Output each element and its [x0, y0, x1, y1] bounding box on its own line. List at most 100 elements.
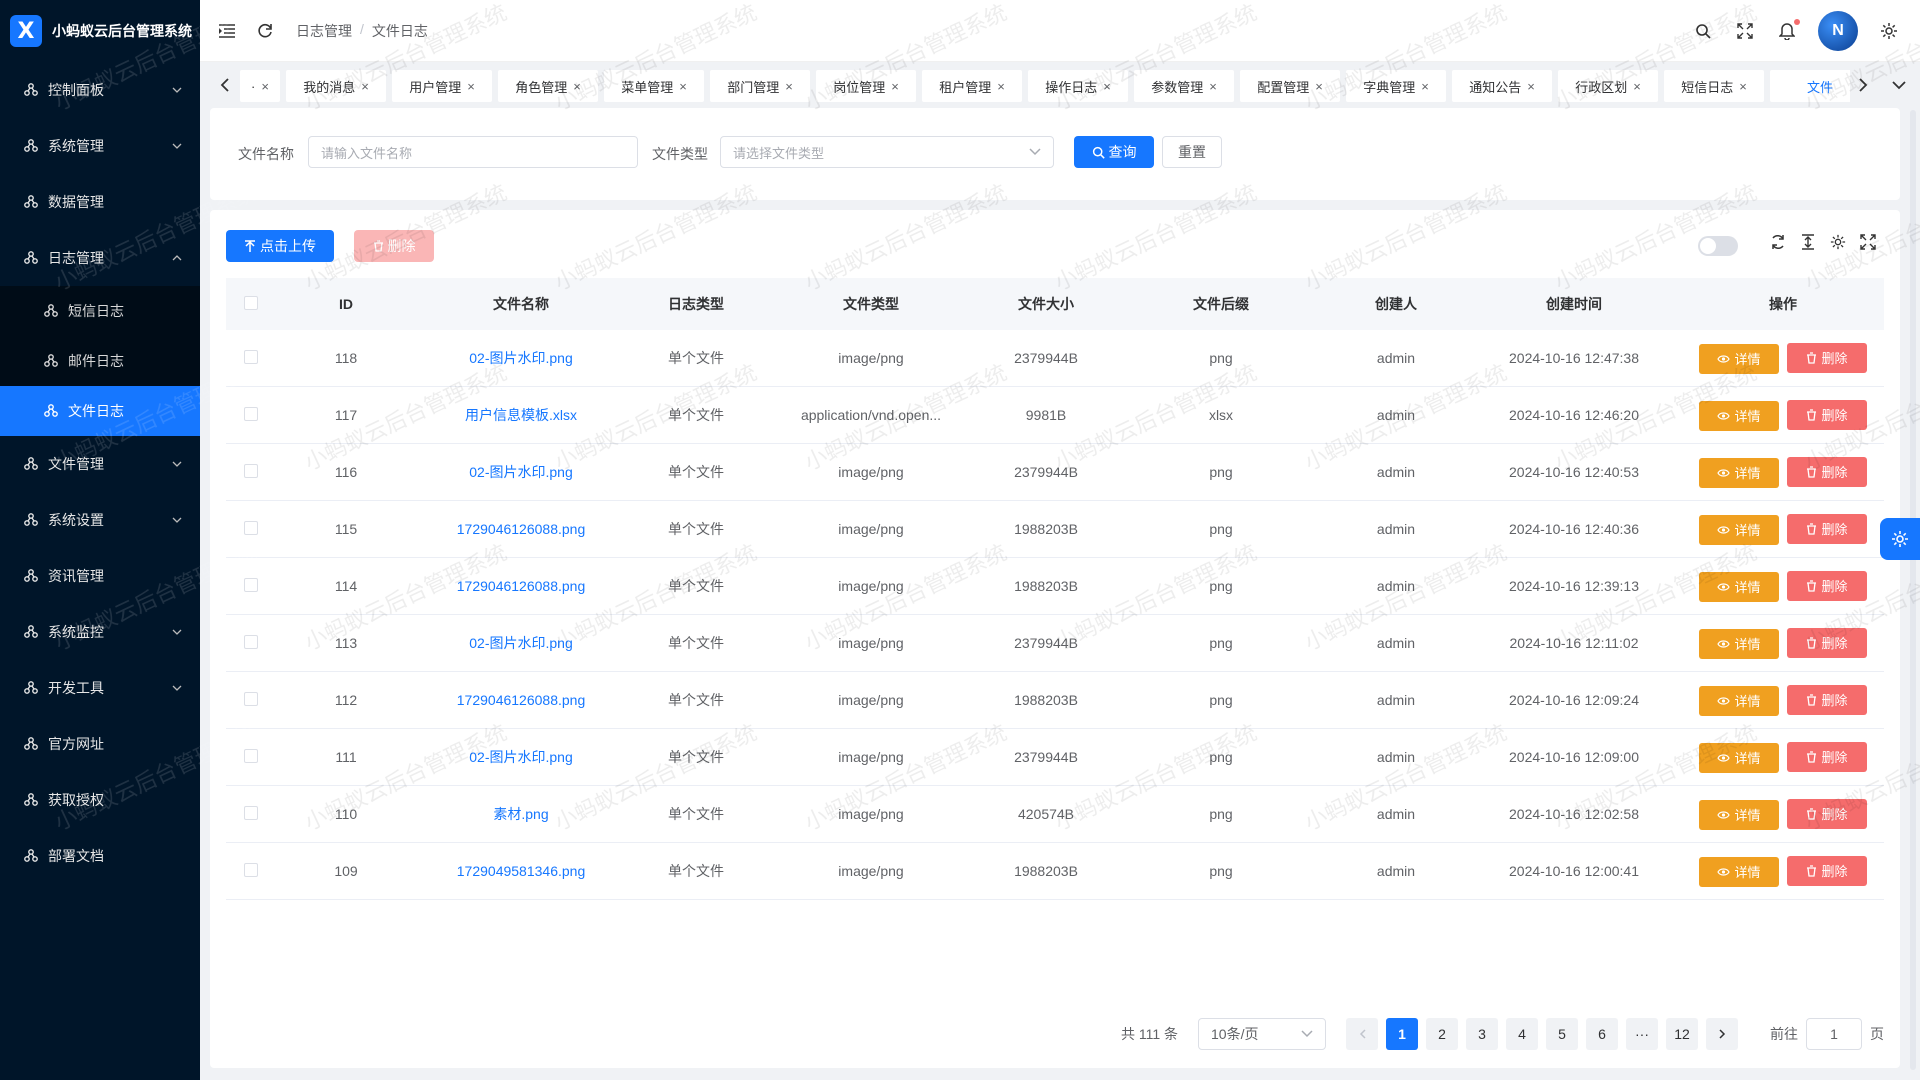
detail-button[interactable]: 详情: [1699, 457, 1779, 488]
prev-page-button[interactable]: [1346, 1018, 1378, 1050]
delete-button[interactable]: 删除: [1787, 627, 1867, 658]
sidebar-item-14[interactable]: 部署文档: [0, 828, 200, 884]
settings-drawer-button[interactable]: [1880, 518, 1920, 560]
tab-0[interactable]: · ×: [240, 70, 280, 102]
file-name-link[interactable]: 用户信息模板.xlsx: [416, 405, 626, 425]
sidebar-item-10[interactable]: 系统监控: [0, 604, 200, 660]
page-scrollbar[interactable]: [1910, 110, 1916, 1070]
close-icon[interactable]: ×: [997, 79, 1005, 94]
fullscreen-icon[interactable]: [1860, 234, 1876, 250]
row-checkbox[interactable]: [244, 862, 258, 877]
reset-button[interactable]: 重置: [1162, 136, 1222, 168]
detail-button[interactable]: 详情: [1699, 571, 1779, 602]
file-name-input[interactable]: 请输入文件名称: [308, 136, 638, 168]
fullscreen-icon[interactable]: [1734, 20, 1756, 42]
close-icon[interactable]: ×: [891, 79, 899, 94]
file-type-select[interactable]: 请选择文件类型: [720, 136, 1054, 168]
close-icon[interactable]: ×: [361, 79, 369, 94]
detail-button[interactable]: 详情: [1699, 799, 1779, 830]
tab-4[interactable]: 菜单管理 ×: [604, 70, 704, 102]
tab-9[interactable]: 参数管理 ×: [1134, 70, 1234, 102]
row-checkbox[interactable]: [244, 634, 258, 649]
gear-icon[interactable]: [1878, 20, 1900, 42]
tab-15[interactable]: 文件: [1770, 70, 1850, 102]
detail-button[interactable]: 详情: [1699, 685, 1779, 716]
row-checkbox[interactable]: [244, 577, 258, 592]
row-checkbox[interactable]: [244, 748, 258, 763]
close-icon[interactable]: ×: [1527, 79, 1535, 94]
row-checkbox[interactable]: [244, 463, 258, 478]
page-button[interactable]: 12: [1666, 1018, 1698, 1050]
app-logo[interactable]: X 小蚂蚁云后台管理系统: [0, 0, 200, 62]
goto-page-input[interactable]: 1: [1806, 1018, 1862, 1050]
page-button[interactable]: 1: [1386, 1018, 1418, 1050]
tab-3[interactable]: 角色管理 ×: [498, 70, 598, 102]
close-icon[interactable]: ×: [573, 79, 581, 94]
gear-icon[interactable]: [1830, 234, 1846, 250]
page-button[interactable]: 4: [1506, 1018, 1538, 1050]
refresh-icon[interactable]: [1770, 234, 1786, 250]
upload-button[interactable]: 点击上传: [226, 230, 334, 262]
close-icon[interactable]: ×: [1633, 79, 1641, 94]
file-name-link[interactable]: 1729046126088.png: [416, 578, 626, 594]
sidebar-item-0[interactable]: 控制面板: [0, 62, 200, 118]
next-page-button[interactable]: [1706, 1018, 1738, 1050]
tab-7[interactable]: 租户管理 ×: [922, 70, 1022, 102]
delete-button[interactable]: 删除: [1787, 741, 1867, 772]
file-name-link[interactable]: 1729046126088.png: [416, 521, 626, 537]
menu-fold-icon[interactable]: [216, 20, 238, 42]
batch-delete-button[interactable]: 删除: [354, 230, 434, 262]
row-checkbox[interactable]: [244, 805, 258, 820]
row-checkbox[interactable]: [244, 691, 258, 706]
page-button[interactable]: 6: [1586, 1018, 1618, 1050]
sidebar-item-9[interactable]: 资讯管理: [0, 548, 200, 604]
tabs-menu-chevron-down-icon[interactable]: [1886, 69, 1912, 101]
delete-button[interactable]: 删除: [1787, 570, 1867, 601]
file-name-link[interactable]: 02-图片水印.png: [416, 462, 626, 482]
sidebar-item-5[interactable]: 邮件日志: [0, 336, 200, 386]
tabs-scroll-right-icon[interactable]: [1850, 69, 1876, 101]
page-button[interactable]: 5: [1546, 1018, 1578, 1050]
tab-1[interactable]: 我的消息 ×: [286, 70, 386, 102]
tab-10[interactable]: 配置管理 ×: [1240, 70, 1340, 102]
detail-button[interactable]: 详情: [1699, 514, 1779, 545]
close-icon[interactable]: ×: [1209, 79, 1217, 94]
avatar[interactable]: N: [1818, 11, 1858, 51]
sidebar-item-2[interactable]: 数据管理: [0, 174, 200, 230]
sidebar-item-1[interactable]: 系统管理: [0, 118, 200, 174]
tab-8[interactable]: 操作日志 ×: [1028, 70, 1128, 102]
detail-button[interactable]: 详情: [1699, 628, 1779, 659]
tab-5[interactable]: 部门管理 ×: [710, 70, 810, 102]
detail-button[interactable]: 详情: [1699, 742, 1779, 773]
row-checkbox[interactable]: [244, 406, 258, 421]
page-button[interactable]: ···: [1626, 1018, 1658, 1050]
breadcrumb-parent[interactable]: 日志管理: [296, 21, 352, 41]
refresh-icon[interactable]: [254, 20, 276, 42]
query-button[interactable]: 查询: [1074, 136, 1154, 168]
tab-14[interactable]: 短信日志 ×: [1664, 70, 1764, 102]
tab-6[interactable]: 岗位管理 ×: [816, 70, 916, 102]
detail-button[interactable]: 详情: [1699, 343, 1779, 374]
sidebar-item-12[interactable]: 官方网址: [0, 716, 200, 772]
sidebar-item-4[interactable]: 短信日志: [0, 286, 200, 336]
select-all-checkbox[interactable]: [244, 295, 258, 310]
delete-button[interactable]: 删除: [1787, 513, 1867, 544]
file-name-link[interactable]: 02-图片水印.png: [416, 633, 626, 653]
close-icon[interactable]: ×: [1103, 79, 1111, 94]
file-name-link[interactable]: 02-图片水印.png: [416, 747, 626, 767]
close-icon[interactable]: ×: [261, 79, 269, 94]
file-name-link[interactable]: 02-图片水印.png: [416, 348, 626, 368]
toggle-switch[interactable]: [1698, 236, 1738, 256]
search-icon[interactable]: [1692, 20, 1714, 42]
close-icon[interactable]: ×: [1315, 79, 1323, 94]
bell-icon[interactable]: [1776, 19, 1800, 42]
column-height-icon[interactable]: [1800, 234, 1816, 250]
delete-button[interactable]: 删除: [1787, 456, 1867, 487]
close-icon[interactable]: ×: [785, 79, 793, 94]
close-icon[interactable]: ×: [679, 79, 687, 94]
detail-button[interactable]: 详情: [1699, 400, 1779, 431]
tab-11[interactable]: 字典管理 ×: [1346, 70, 1446, 102]
sidebar-item-7[interactable]: 文件管理: [0, 436, 200, 492]
file-name-link[interactable]: 1729046126088.png: [416, 692, 626, 708]
file-name-link[interactable]: 1729049581346.png: [416, 863, 626, 879]
